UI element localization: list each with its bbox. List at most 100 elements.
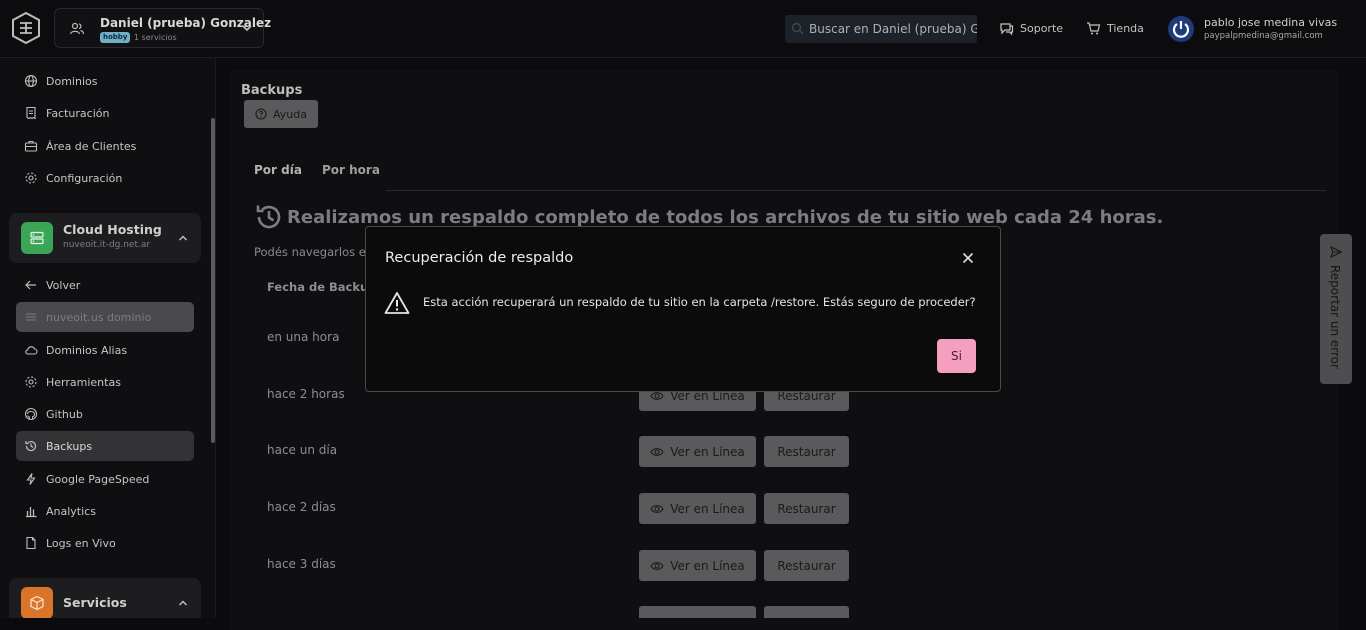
sidebar-item-dominios-alias[interactable]: Dominios Alias: [16, 335, 194, 365]
browse-subtext: Podés navegarlos e: [254, 245, 366, 259]
sidebar-item-label: Área de Clientes: [46, 139, 137, 153]
sidebar-item-herramientas[interactable]: Herramientas: [16, 367, 194, 397]
support-link[interactable]: Soporte: [999, 19, 1063, 37]
search-input[interactable]: [809, 15, 977, 43]
sidebar-item-github[interactable]: Github: [16, 399, 194, 429]
gear-icon: [25, 376, 37, 388]
sidebar-item-analytics[interactable]: Analytics: [16, 496, 194, 526]
sidebar-item-label: Github: [46, 407, 83, 421]
restore-button[interactable]: Restaurar: [764, 436, 849, 467]
history-icon: [256, 205, 281, 229]
table-row-date: en una hora: [267, 330, 340, 344]
group-subtitle: nuveoit.it-dg.net.ar: [63, 240, 151, 250]
sidebar-item-label: Facturación: [46, 106, 110, 120]
view-online-button[interactable]: [639, 606, 756, 618]
view-online-label: Ver en Línea: [670, 501, 745, 516]
sidebar-item-domain[interactable]: nuveoit.us dominio: [16, 302, 194, 332]
sidebar-item-label: nuveoit.us dominio: [46, 310, 152, 324]
gear-icon: [25, 172, 37, 184]
users-icon: [69, 22, 85, 35]
sidebar-item-label: Logs en Vivo: [46, 536, 116, 550]
bolt-icon: [26, 473, 36, 485]
cart-icon: [1087, 21, 1101, 34]
confirm-yes-button[interactable]: Si: [937, 339, 976, 373]
sidebar: Dominios Facturación Área de Clientes Co…: [0, 58, 216, 618]
view-online-label: Ver en Línea: [670, 558, 745, 573]
back-label: Volver: [46, 278, 81, 292]
sidebar-item-dominios[interactable]: Dominios: [16, 66, 194, 96]
cloud-hosting-group[interactable]: Cloud Hosting nuveoit.it-dg.net.ar: [9, 213, 201, 263]
chevron-up-icon: [178, 235, 188, 241]
list-icon: [26, 313, 36, 321]
receipt-icon: [26, 106, 36, 120]
briefcase-icon: [24, 140, 38, 152]
bar-chart-icon: [26, 507, 37, 518]
restore-confirm-dialog: Recuperación de respaldo Esta acción rec…: [365, 226, 1001, 392]
sidebar-item-logs[interactable]: Logs en Vivo: [16, 528, 194, 558]
table-row-date: hace un día: [267, 443, 338, 457]
sidebar-item-label: Herramientas: [46, 375, 121, 389]
tab-por-dia[interactable]: Por día: [254, 163, 302, 177]
help-label: Ayuda: [273, 107, 307, 121]
globe-icon: [24, 74, 38, 88]
sidebar-item-label: Dominios: [46, 74, 98, 88]
eye-icon: [650, 504, 664, 513]
view-online-button[interactable]: Ver en Línea: [639, 436, 756, 467]
dialog-title: Recuperación de respaldo: [385, 250, 574, 266]
search-icon: [791, 22, 804, 35]
sidebar-item-label: Google PageSpeed: [46, 472, 150, 486]
sidebar-item-label: Analytics: [46, 504, 96, 518]
search-box[interactable]: [785, 15, 977, 43]
avatar: [1168, 16, 1194, 42]
chat-icon: [1000, 22, 1014, 35]
sidebar-scrollbar[interactable]: [211, 118, 215, 443]
restore-button[interactable]: Restaurar: [764, 550, 849, 581]
services-group[interactable]: Servicios: [9, 578, 201, 618]
user-email: paypalpmedina@gmail.com: [1204, 31, 1323, 41]
sidebar-item-backups[interactable]: Backups: [16, 431, 194, 461]
report-error-button[interactable]: Reportar un error: [1320, 234, 1352, 384]
user-name: pablo jose medina vivas: [1204, 16, 1338, 29]
arrow-left-icon: [25, 280, 36, 290]
account-selector[interactable]: Daniel (prueba) Gonzalez hobby 1 servici…: [54, 8, 271, 48]
help-circle-icon: [255, 108, 267, 120]
close-icon[interactable]: [960, 250, 976, 266]
view-online-button[interactable]: Ver en Línea: [639, 550, 756, 581]
back-link[interactable]: Volver: [16, 270, 194, 300]
sidebar-item-area-clientes[interactable]: Área de Clientes: [16, 131, 194, 161]
eye-icon: [650, 447, 664, 456]
file-icon: [26, 536, 36, 550]
sidebar-item-pagespeed[interactable]: Google PageSpeed: [16, 464, 194, 494]
view-online-label: Ver en Línea: [670, 444, 745, 459]
dialog-message: Esta acción recuperará un respaldo de tu…: [423, 295, 976, 309]
group-title: Servicios: [63, 595, 127, 610]
warning-icon: [384, 292, 410, 314]
github-icon: [24, 407, 38, 421]
sidebar-item-configuracion[interactable]: Configuración: [16, 163, 194, 193]
restore-button[interactable]: Restaurar: [764, 493, 849, 524]
store-label: Tienda: [1107, 21, 1144, 35]
top-bar: Daniel (prueba) Gonzalez hobby 1 servici…: [0, 0, 1366, 58]
box-icon: [21, 587, 53, 618]
plan-badge: hobby: [100, 32, 131, 43]
tab-por-hora[interactable]: Por hora: [322, 163, 380, 177]
tab-divider: [386, 190, 1326, 191]
backup-message-text: Realizamos un respaldo completo de todos…: [287, 206, 1164, 228]
user-menu[interactable]: pablo jose medina vivas paypalpmedina@gm…: [1168, 14, 1358, 44]
sidebar-item-label: Configuración: [46, 171, 123, 185]
cloud-icon: [25, 346, 38, 355]
restore-button[interactable]: [764, 606, 849, 618]
support-label: Soporte: [1020, 21, 1064, 35]
help-button[interactable]: Ayuda: [244, 100, 318, 128]
sidebar-item-facturacion[interactable]: Facturación: [16, 98, 194, 128]
logo-icon[interactable]: [11, 12, 41, 44]
table-row-date: hace 2 días: [267, 500, 336, 514]
history-icon: [25, 440, 37, 452]
report-error-label: Reportar un error: [1328, 265, 1342, 369]
chevron-down-icon: [242, 25, 252, 32]
services-count: 1 servicios: [134, 33, 177, 42]
column-header-date: Fecha de Backup: [267, 280, 377, 294]
store-link[interactable]: Tienda: [1086, 19, 1144, 37]
view-online-button[interactable]: Ver en Línea: [639, 493, 756, 524]
eye-icon: [650, 561, 664, 570]
